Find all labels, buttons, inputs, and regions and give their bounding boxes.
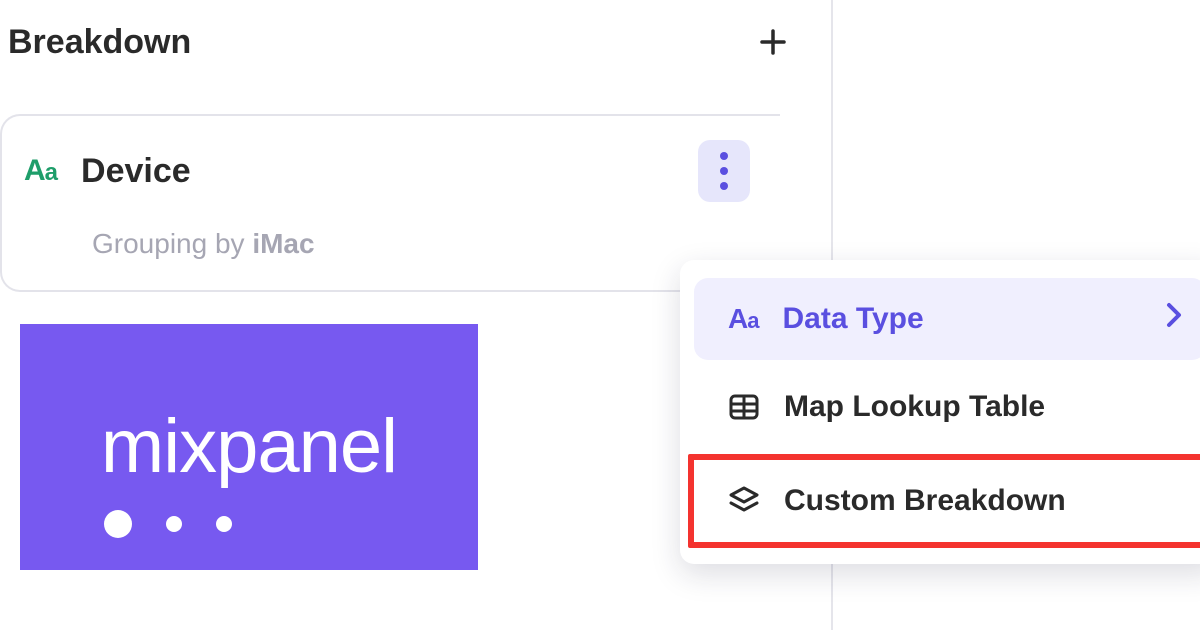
menu-item-label: Custom Breakdown (784, 484, 1066, 518)
table-icon (728, 391, 760, 423)
grouping-prefix: Grouping by (92, 228, 252, 259)
breakdown-item-row: Aa Device (24, 140, 750, 202)
menu-item-custom-breakdown[interactable]: Custom Breakdown (688, 454, 1200, 548)
item-context-menu: Aa Data Type Map Lookup Table Custom Bre… (680, 260, 1200, 564)
text-type-icon: Aa (728, 303, 758, 335)
kebab-dot-icon (720, 152, 728, 160)
plus-icon (758, 27, 788, 57)
text-type-icon: Aa (24, 154, 57, 188)
menu-item-label: Map Lookup Table (784, 390, 1045, 424)
menu-item-data-type[interactable]: Aa Data Type (694, 278, 1200, 360)
menu-item-label: Data Type (782, 302, 923, 336)
menu-item-map-lookup[interactable]: Map Lookup Table (694, 366, 1200, 448)
breakdown-item-card[interactable]: Aa Device Grouping by iMac (0, 114, 780, 292)
grouping-value: iMac (252, 228, 314, 259)
section-title: Breakdown (8, 23, 191, 62)
kebab-dot-icon (720, 182, 728, 190)
logo-dots-icon (104, 510, 232, 538)
section-header: Breakdown (0, 0, 835, 84)
breakdown-property-name: Device (81, 152, 674, 191)
logo-text: mixpanel (101, 409, 397, 485)
mixpanel-logo: mixpanel (20, 324, 478, 570)
layers-icon (728, 485, 760, 517)
add-breakdown-button[interactable] (751, 20, 795, 64)
kebab-dot-icon (720, 167, 728, 175)
chevron-right-icon (1166, 302, 1182, 336)
grouping-subtext: Grouping by iMac (92, 228, 750, 260)
item-menu-button[interactable] (698, 140, 750, 202)
